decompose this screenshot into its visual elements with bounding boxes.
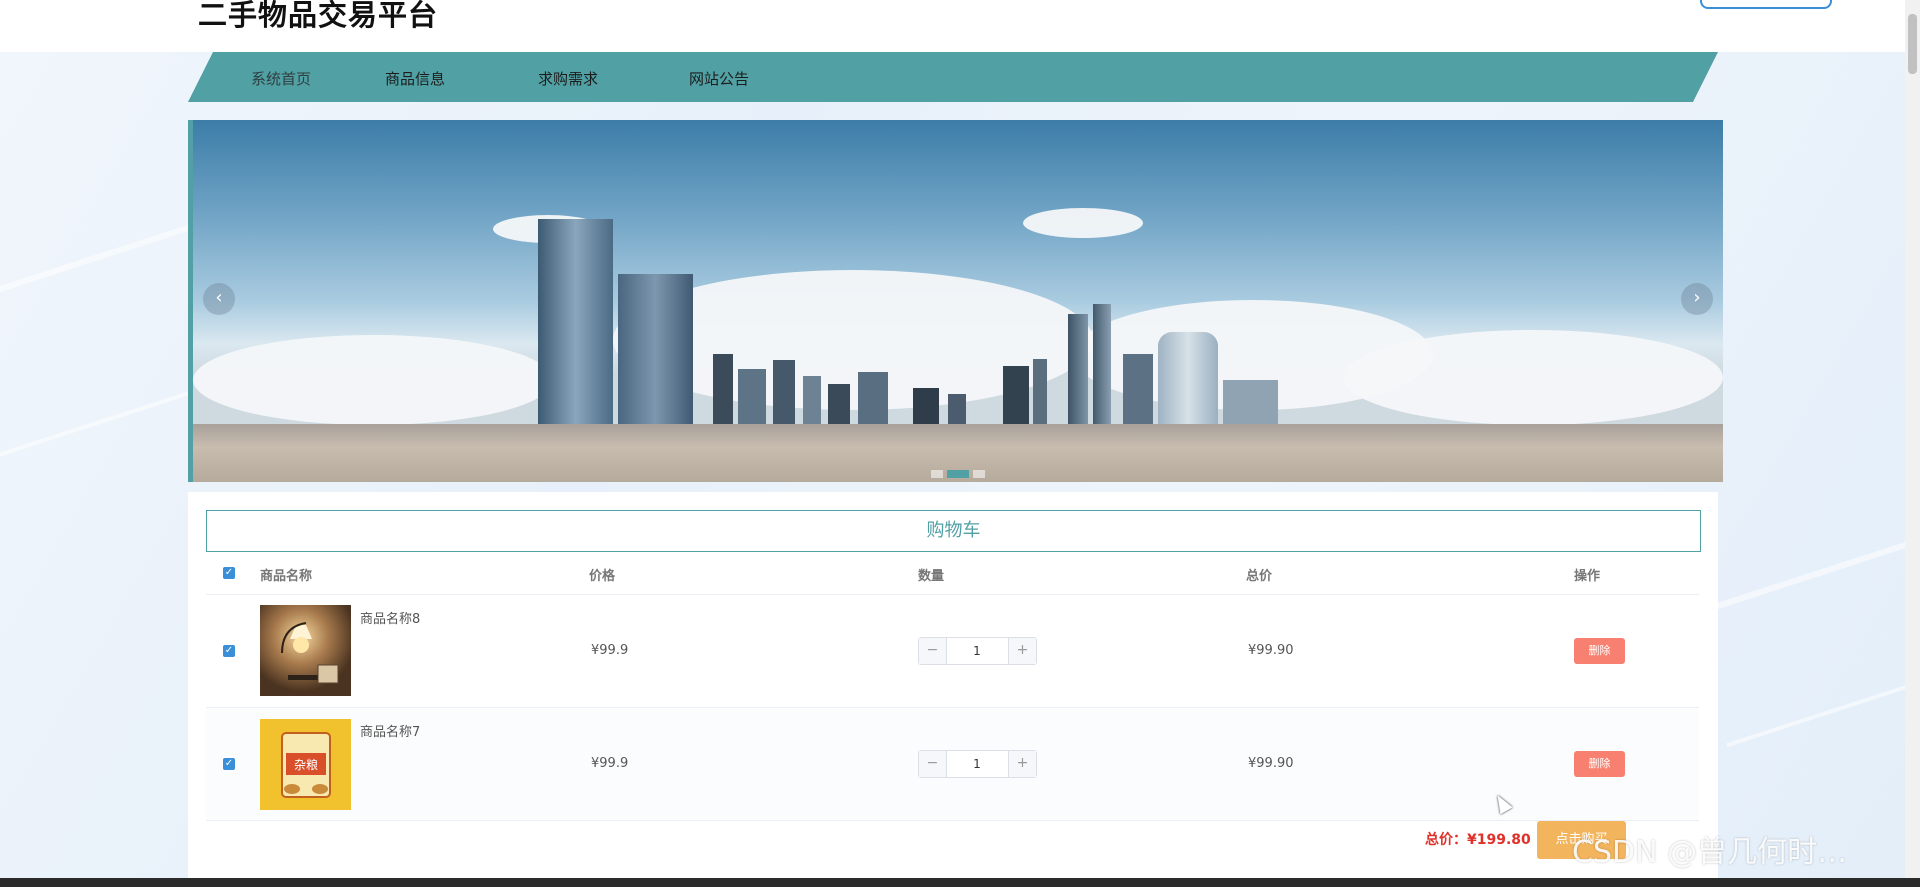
skyscraper [1093,304,1111,424]
building [803,376,821,424]
carousel-dot-active[interactable] [947,470,969,478]
total-label: 总价： [1425,832,1467,848]
product-subtotal: ¥99.90 [1248,643,1294,658]
delete-button[interactable]: 删除 [1574,638,1625,664]
product-name[interactable]: 商品名称7 [360,721,420,740]
column-header-name: 商品名称 [260,569,313,584]
carousel-dot[interactable] [931,470,943,478]
row-checkbox[interactable]: ✓ [223,645,235,657]
product-image[interactable]: 杂粮 [260,719,351,810]
quantity-stepper: − 1 + [918,750,1037,778]
quantity-input[interactable]: 1 [947,638,1007,664]
increase-button[interactable]: + [1008,751,1036,777]
skyscraper [1068,314,1088,424]
building [913,388,939,424]
nav-item-notices[interactable]: 网站公告 [689,68,749,89]
product-image[interactable] [260,605,351,696]
page-scrollbar[interactable] [1905,0,1920,887]
decrease-button[interactable]: − [919,751,947,777]
select-all-checkbox[interactable]: ✓ [223,567,235,579]
carousel-next-icon[interactable]: › [1681,283,1713,315]
increase-button[interactable]: + [1008,638,1036,664]
banner-carousel: ‹ › [188,120,1723,482]
column-header-subtotal: 总价 [1246,569,1273,584]
column-header-price: 价格 [589,569,616,584]
building [1223,380,1278,424]
building [713,354,733,424]
row-checkbox[interactable]: ✓ [223,758,235,770]
product-name[interactable]: 商品名称8 [360,608,420,627]
scrollbar-thumb[interactable] [1908,14,1917,74]
table-divider [206,820,1699,821]
cart-total: 总价：¥199.80 [1425,829,1531,849]
building [948,394,966,424]
carousel-prev-icon[interactable]: ‹ [203,283,235,315]
building [828,384,850,424]
top-bar: 二手物品交易平台 [0,0,1905,52]
delete-button[interactable]: 删除 [1574,751,1625,777]
window-bottom-edge [0,878,1920,887]
building [1003,366,1029,424]
skyscraper [618,274,693,424]
quantity-input[interactable]: 1 [947,751,1007,777]
building [773,360,795,424]
nav-item-products[interactable]: 商品信息 [385,68,445,89]
column-header-actions: 操作 [1574,569,1601,584]
watermark: CSDN @曾几何时… [1572,835,1848,870]
quantity-stepper: − 1 + [918,637,1037,665]
decrease-button[interactable]: − [919,638,947,664]
building [1123,354,1153,424]
carousel-indicators [931,470,985,478]
site-title: 二手物品交易平台 [198,0,439,32]
total-value: ¥199.80 [1467,832,1531,848]
user-button[interactable] [1700,0,1832,9]
background-streak [1706,513,1920,613]
product-price: ¥99.9 [591,643,629,658]
svg-text:杂粮: 杂粮 [294,757,318,772]
product-subtotal: ¥99.90 [1248,756,1294,771]
column-header-quantity: 数量 [918,569,945,584]
table-divider [206,594,1699,595]
nav-item-requests[interactable]: 求购需求 [538,68,598,89]
cloud [193,335,553,425]
cloud [1343,330,1723,425]
cart-panel: 购物车 ✓ 商品名称 价格 数量 总价 操作 ✓ 商品名称8 ¥99.9 − 1… [188,492,1718,887]
building [858,372,888,424]
main-nav: 系统首页 商品信息 求购需求 网站公告 [188,52,1718,102]
product-price: ¥99.9 [591,756,629,771]
background-streak [1726,656,1920,748]
building [738,369,766,424]
skyscraper [538,219,613,424]
cart-title: 购物车 [206,510,1701,552]
cloud [1023,208,1143,238]
building [1033,359,1047,424]
carousel-dot[interactable] [973,470,985,478]
building [1158,332,1218,424]
nav-item-home[interactable]: 系统首页 [251,68,311,89]
